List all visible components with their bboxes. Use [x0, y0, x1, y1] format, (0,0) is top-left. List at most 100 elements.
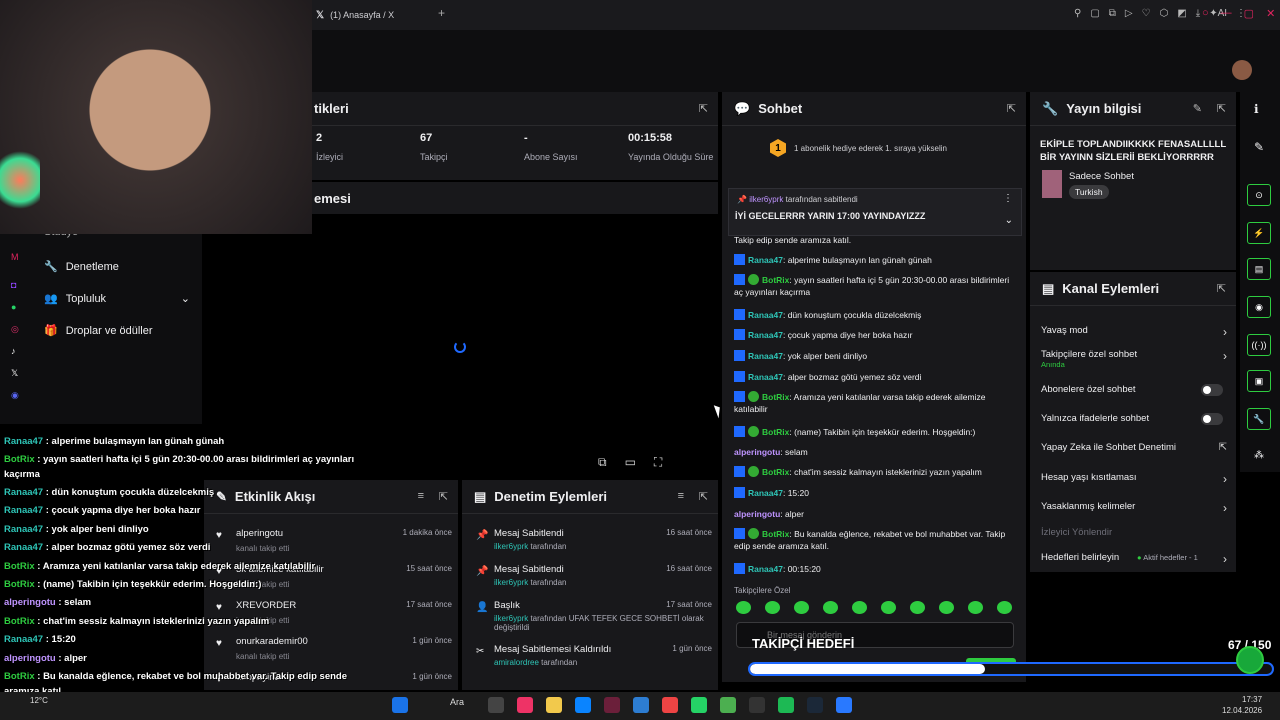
- chat-username[interactable]: Ranaa47: [748, 488, 783, 498]
- minimize-icon[interactable]: —: [1221, 7, 1232, 20]
- avatar[interactable]: [1232, 60, 1252, 80]
- emote-icon[interactable]: [910, 601, 925, 614]
- nav-drops[interactable]: 🎁 Droplar ve ödüller: [44, 324, 153, 338]
- copy-icon[interactable]: ⧉: [1109, 8, 1116, 19]
- layout-icon[interactable]: ▣: [1247, 370, 1271, 392]
- pinned-message[interactable]: 📌 ilker6yprk tarafından sabitlendi İYİ G…: [728, 188, 1022, 236]
- emote-icon[interactable]: [794, 601, 809, 614]
- mail-icon[interactable]: [633, 697, 649, 713]
- new-tab-button[interactable]: +: [438, 6, 445, 20]
- chat-message[interactable]: Ranaa47: alper bozmaz götü yemez söz ver…: [734, 371, 1020, 383]
- steam-icon[interactable]: [807, 697, 823, 713]
- tiktok-icon[interactable]: ♪: [11, 346, 16, 356]
- chat-username[interactable]: Ranaa47: [748, 372, 783, 382]
- clock[interactable]: 17:37 12.04.2026: [1222, 694, 1262, 716]
- chat-message[interactable]: BotRix: (name) Takibin için teşekkür ede…: [734, 426, 1020, 438]
- search-icon[interactable]: ○: [1202, 7, 1209, 20]
- chat-username[interactable]: alperingotu: [734, 447, 780, 457]
- chat-username[interactable]: Ranaa47: [748, 255, 783, 265]
- popout-icon[interactable]: ⇱: [1217, 282, 1226, 295]
- wrench-icon[interactable]: 🔧: [1247, 408, 1271, 430]
- popout-icon[interactable]: ⇱: [439, 490, 448, 503]
- obs-icon[interactable]: [749, 697, 765, 713]
- list-item[interactable]: ✂ Mesaj Sabitlemesi Kaldırıldı amiralordre…: [472, 640, 712, 676]
- search-box[interactable]: [421, 697, 475, 713]
- filter-icon[interactable]: ≡: [678, 490, 684, 502]
- list-item[interactable]: ♥ alperingotu kanalı takip etti 1 dakika ön…: [216, 524, 452, 558]
- chat-username[interactable]: BotRix: [762, 392, 789, 402]
- emote-icon[interactable]: [968, 601, 983, 614]
- start-icon[interactable]: [392, 697, 408, 713]
- twitch-icon[interactable]: ◘: [11, 280, 16, 290]
- list-item[interactable]: ♥ onurkarademir00 kanalı takip etti 1 gün ö…: [216, 632, 452, 666]
- chat-username[interactable]: BotRix: [762, 427, 789, 437]
- broadcast-icon[interactable]: ((·)): [1247, 334, 1271, 356]
- banned-words[interactable]: Yasaklanmış kelimeler ›: [1041, 501, 1227, 515]
- edit-icon[interactable]: ✎: [1254, 140, 1264, 154]
- subs-only-toggle[interactable]: [1201, 384, 1223, 396]
- chat-username[interactable]: BotRix: [762, 275, 789, 285]
- chat-message[interactable]: Ranaa47: 00:15:20: [734, 563, 1020, 575]
- whatsapp-icon[interactable]: [691, 697, 707, 713]
- more-icon[interactable]: ⋮: [1003, 193, 1013, 204]
- nav-moderation[interactable]: 🔧 Denetleme: [44, 260, 119, 274]
- clip-icon[interactable]: ⊙: [1247, 184, 1271, 206]
- download-icon[interactable]: ⤓: [1196, 8, 1200, 19]
- kick-icon[interactable]: M: [11, 252, 19, 262]
- chat-message[interactable]: alperingotu: alper: [734, 508, 1020, 520]
- chat-message[interactable]: BotRix: Aramıza yeni katılanlar varsa ta…: [734, 391, 1020, 415]
- edit-icon[interactable]: ✎: [1193, 102, 1202, 115]
- spotify-icon[interactable]: [778, 697, 794, 713]
- app-icon[interactable]: [836, 697, 852, 713]
- list-item[interactable]: 📌 Mesaj Sabitlendi ilker6yprk tarafından 16…: [472, 524, 712, 560]
- emote-icon[interactable]: [852, 601, 867, 614]
- pin-icon[interactable]: ⚲: [1074, 8, 1081, 19]
- emote-icon[interactable]: [736, 601, 751, 614]
- emote-only-chat[interactable]: Yalnızca ifadelerle sohbet: [1041, 413, 1227, 425]
- chat-username[interactable]: BotRix: [762, 467, 789, 477]
- slow-mode[interactable]: Yavaş mod ›: [1041, 325, 1227, 339]
- shortcuts-icon[interactable]: ⁂: [1254, 450, 1264, 461]
- popout-icon[interactable]: ⇱: [699, 102, 708, 115]
- extensions-icon[interactable]: ⬡: [1160, 8, 1169, 19]
- browser-tab[interactable]: 𝕏 (1) Anasayfa / X: [312, 4, 452, 26]
- popout-icon[interactable]: ⇱: [699, 490, 708, 503]
- chrome-icon[interactable]: [662, 697, 678, 713]
- list-item[interactable]: 👤 Başlık ilker6yprk tarafından UFAK TEFEK …: [472, 596, 712, 632]
- chevron-down-icon[interactable]: ⌄: [1005, 215, 1013, 226]
- popout-icon[interactable]: ⇱: [1007, 102, 1016, 115]
- boost-icon[interactable]: ⚡: [1247, 222, 1271, 244]
- chat-message[interactable]: BotRix: chat'im sessiz kalmayın istekler…: [734, 466, 1020, 478]
- chat-message[interactable]: BotRix: Bu kanalda eğlence, rekabet ve b…: [734, 528, 1020, 552]
- x-icon[interactable]: 𝕏: [11, 368, 18, 379]
- emote-only-toggle[interactable]: [1201, 413, 1223, 425]
- chat-username[interactable]: BotRix: [762, 529, 789, 539]
- chat-username[interactable]: Ranaa47: [748, 564, 783, 574]
- viewer-redirect[interactable]: İzleyici Yönlendir: [1041, 527, 1227, 538]
- filter-icon[interactable]: ≡: [418, 490, 424, 502]
- chat-message[interactable]: Ranaa47: 15:20: [734, 487, 1020, 499]
- taskbar-search-label[interactable]: Ara: [450, 697, 464, 707]
- chat-message[interactable]: alperingotu: selam: [734, 446, 1020, 458]
- emote-icon[interactable]: [881, 601, 896, 614]
- nav-community[interactable]: 👥 Topluluk ⌄: [44, 292, 190, 306]
- play-icon[interactable]: ▷: [1125, 8, 1133, 19]
- chat-message[interactable]: Ranaa47: dün konuştum çocukla düzelcekmi…: [734, 309, 1020, 321]
- set-goals[interactable]: Hedefleri belirleyin ● Aktif hedefler - 1…: [1041, 552, 1227, 566]
- chat-message[interactable]: Ranaa47: alperime bulaşmayın lan günah g…: [734, 254, 1020, 266]
- copilot-icon[interactable]: [517, 697, 533, 713]
- chat-icon[interactable]: ◉: [1247, 296, 1271, 318]
- list-item[interactable]: 📌 Mesaj Sabitlendi ilker6yprk tarafından 16…: [472, 560, 712, 596]
- fullscreen-icon[interactable]: ⛶: [654, 455, 662, 470]
- popout-icon[interactable]: ⇱: [1217, 102, 1226, 115]
- whatsapp-icon[interactable]: ●: [11, 302, 16, 312]
- pip-icon[interactable]: ⧉: [598, 455, 607, 470]
- weather[interactable]: 12°C: [30, 696, 48, 705]
- chat-username[interactable]: alperingotu: [734, 509, 780, 519]
- emote-icon[interactable]: [997, 601, 1012, 614]
- close-icon[interactable]: ✕: [1266, 7, 1275, 20]
- theatre-icon[interactable]: ▭: [625, 455, 636, 470]
- emote-icon[interactable]: [939, 601, 954, 614]
- discord-icon[interactable]: ◉: [11, 390, 19, 401]
- info-icon[interactable]: ℹ: [1254, 102, 1259, 116]
